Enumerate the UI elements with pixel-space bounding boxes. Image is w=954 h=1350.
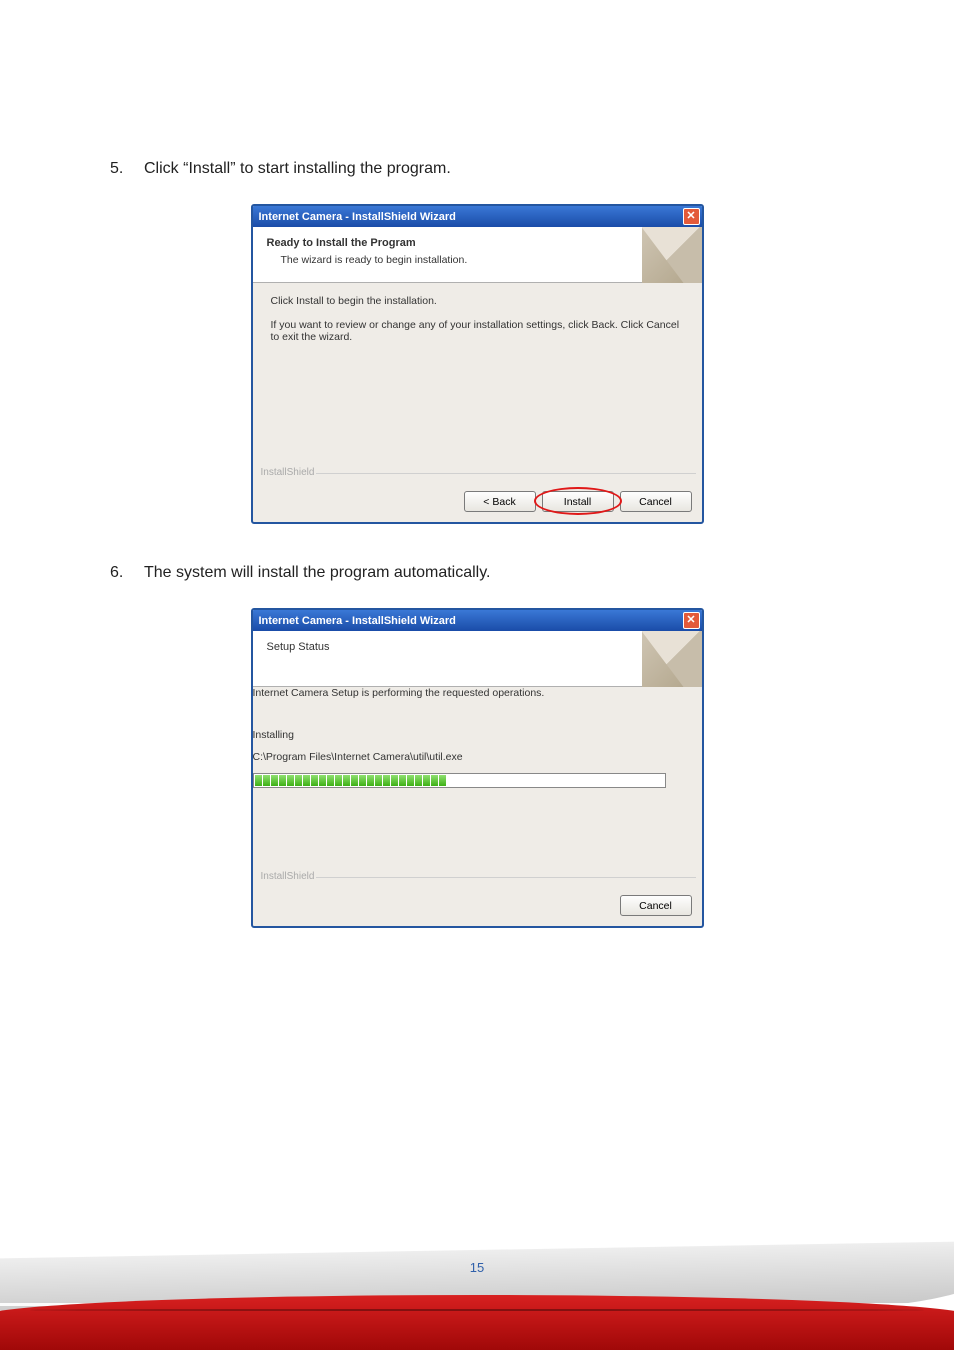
progress-segment [367, 775, 374, 786]
progress-segment [415, 775, 422, 786]
header-subtitle: The wizard is ready to begin installatio… [267, 254, 688, 266]
progress-segment [303, 775, 310, 786]
header-graphic-icon [642, 227, 702, 283]
progress-segment [399, 775, 406, 786]
header-title: Ready to Install the Program [267, 237, 688, 249]
cancel-button[interactable]: Cancel [620, 491, 692, 512]
step-description: Click “Install” to start installing the … [144, 160, 451, 178]
dialog-footer: InstallShield < Back Install Cancel [253, 473, 702, 522]
dialog-body: Internet Camera Setup is performing the … [253, 687, 702, 877]
progress-segment [423, 775, 430, 786]
body-text: Click Install to begin the installation. [271, 295, 684, 307]
installing-label: Installing [253, 729, 702, 741]
titlebar: Internet Camera - InstallShield Wizard ✕ [253, 206, 702, 227]
dialog-footer: InstallShield Cancel [253, 877, 702, 926]
progress-segment [311, 775, 318, 786]
back-button[interactable]: < Back [464, 491, 536, 512]
cancel-button[interactable]: Cancel [620, 895, 692, 916]
progress-segment [351, 775, 358, 786]
body-text: If you want to review or change any of y… [271, 319, 684, 343]
progress-segment [343, 775, 350, 786]
progress-segment [407, 775, 414, 786]
progress-segment [327, 775, 334, 786]
close-icon[interactable]: ✕ [683, 612, 700, 629]
dialog-header: Setup Status [253, 631, 702, 687]
progress-segment [271, 775, 278, 786]
progress-segment [295, 775, 302, 786]
progress-segment [375, 775, 382, 786]
progress-segment [431, 775, 438, 786]
installer-dialog-progress: Internet Camera - InstallShield Wizard ✕… [251, 608, 704, 928]
header-title: Setup Status [267, 641, 688, 653]
progress-segment [255, 775, 262, 786]
dialog-header: Ready to Install the Program The wizard … [253, 227, 702, 283]
header-graphic-icon [642, 631, 702, 687]
progress-segment [319, 775, 326, 786]
window-title: Internet Camera - InstallShield Wizard [259, 211, 456, 223]
progress-bar [253, 773, 666, 788]
status-text: Internet Camera Setup is performing the … [253, 687, 702, 699]
progress-segment [263, 775, 270, 786]
progress-segment [439, 775, 446, 786]
page-number: 15 [0, 1220, 954, 1275]
install-button[interactable]: Install [542, 491, 614, 512]
close-icon[interactable]: ✕ [683, 208, 700, 225]
step-description: The system will install the program auto… [144, 564, 491, 582]
install-path: C:\Program Files\Internet Camera\util\ut… [253, 751, 702, 763]
page-footer: 15 [0, 1220, 954, 1350]
brand-label: InstallShield [259, 871, 317, 882]
progress-segment [359, 775, 366, 786]
progress-segment [279, 775, 286, 786]
step-number: 5. [110, 160, 144, 178]
step-number: 6. [110, 564, 144, 582]
titlebar: Internet Camera - InstallShield Wizard ✕ [253, 610, 702, 631]
brand-label: InstallShield [259, 467, 317, 478]
progress-segment [287, 775, 294, 786]
progress-segment [391, 775, 398, 786]
installer-dialog-ready: Internet Camera - InstallShield Wizard ✕… [251, 204, 704, 524]
progress-segment [335, 775, 342, 786]
progress-segment [383, 775, 390, 786]
window-title: Internet Camera - InstallShield Wizard [259, 615, 456, 627]
dialog-body: Click Install to begin the installation.… [253, 283, 702, 473]
